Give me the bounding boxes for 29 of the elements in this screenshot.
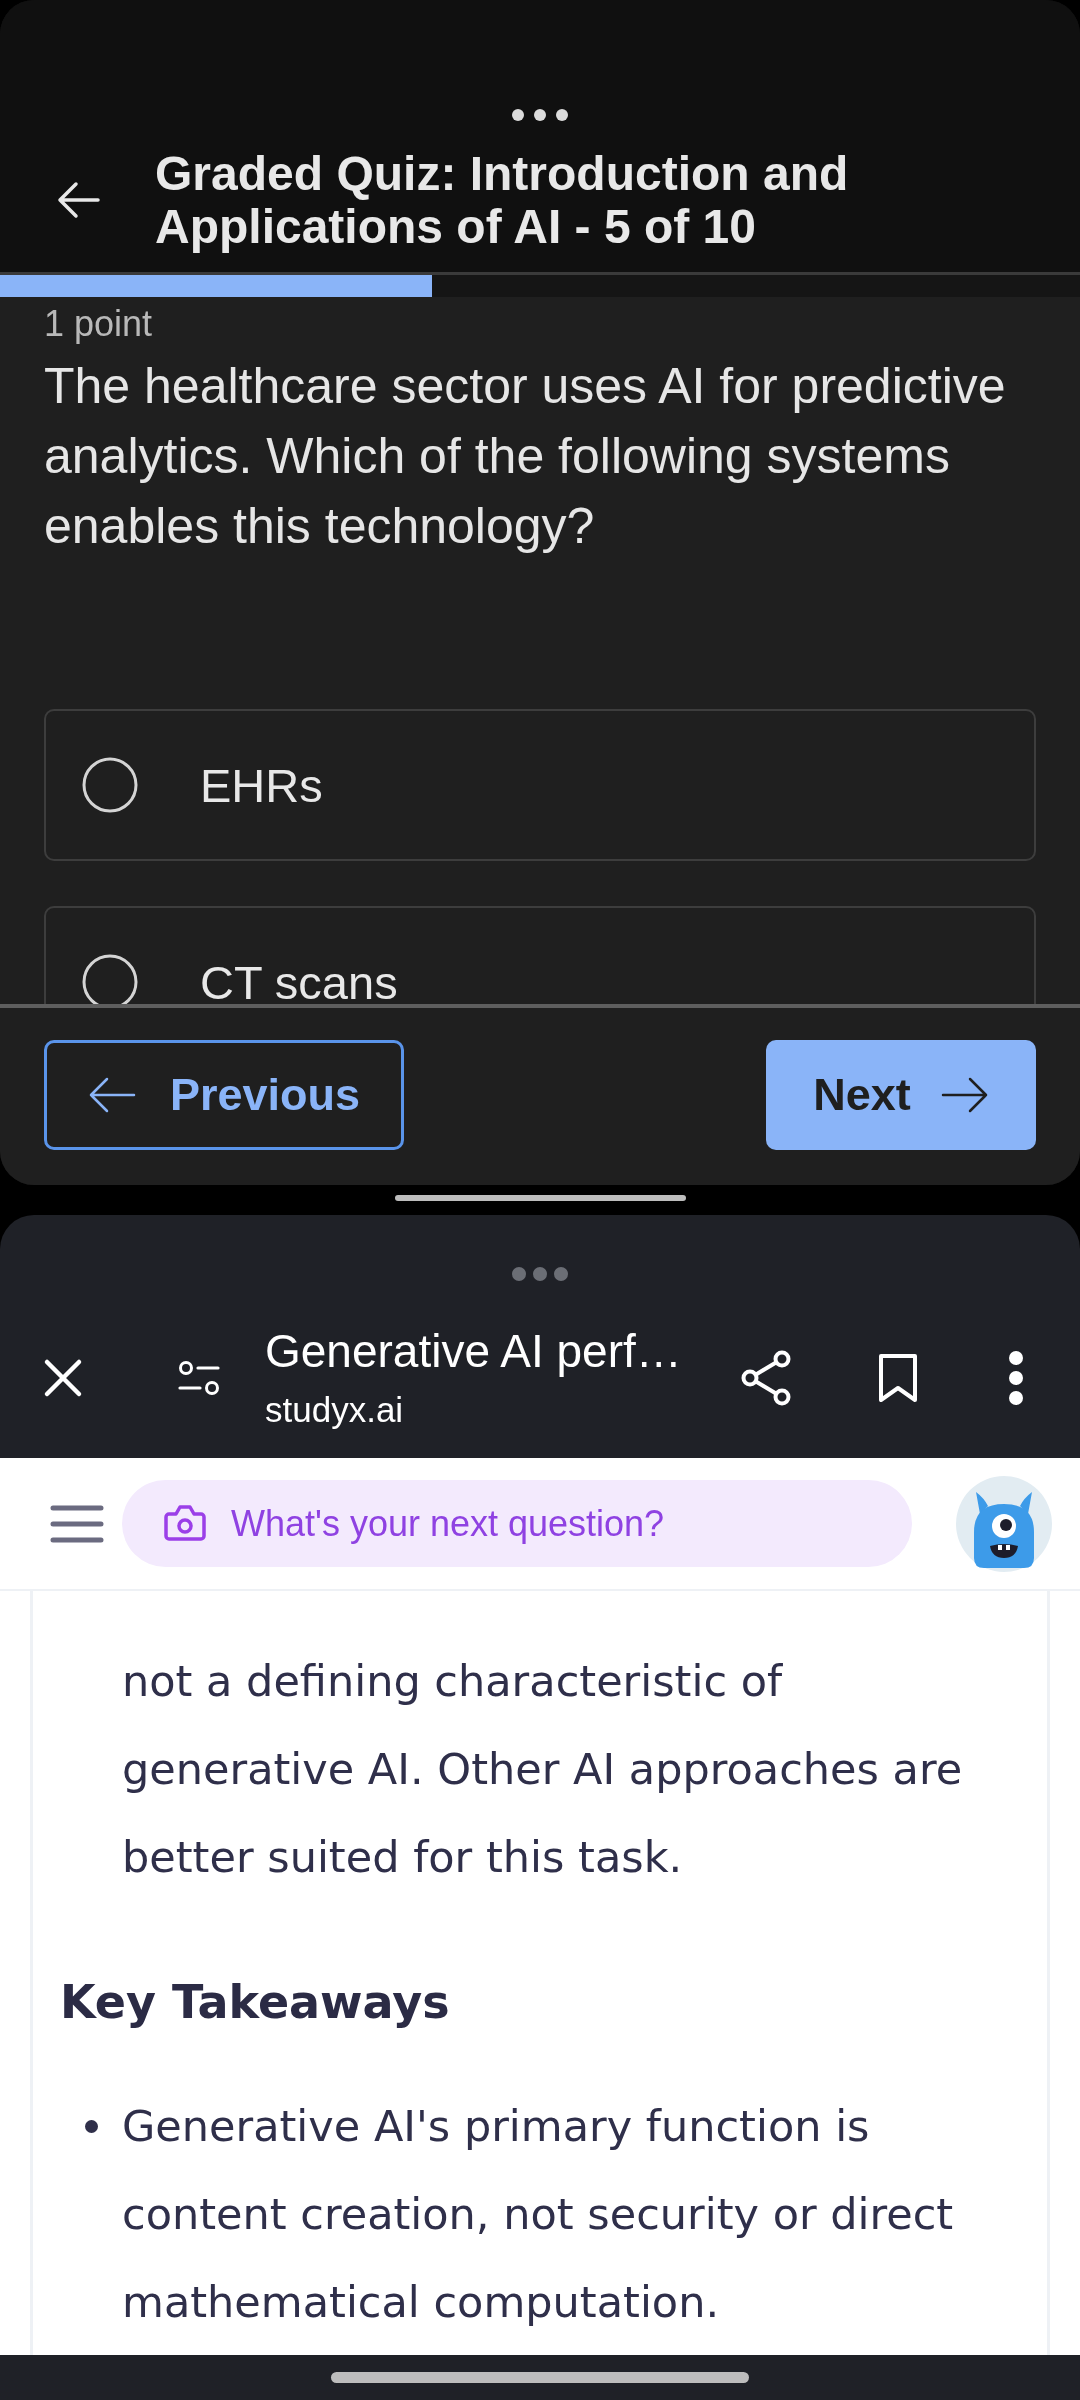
page-title: Generative AI perf… xyxy=(265,1323,683,1378)
bookmark-icon[interactable] xyxy=(878,1352,918,1403)
answer-option[interactable]: EHRs xyxy=(44,709,1036,861)
more-options-icon[interactable] xyxy=(1008,1349,1024,1406)
monster-avatar-icon[interactable] xyxy=(956,1475,1052,1572)
answer-option[interactable]: CT scans xyxy=(44,906,1036,1004)
menu-icon[interactable] xyxy=(50,1503,104,1544)
share-icon[interactable] xyxy=(740,1349,792,1406)
close-icon[interactable] xyxy=(43,1357,83,1398)
bullet-text: Generative AI's primary function is content creation, not security or direct mathematical computation. xyxy=(122,2100,955,2329)
radio-button-icon[interactable] xyxy=(82,954,138,1004)
site-settings-icon[interactable] xyxy=(178,1359,220,1396)
window-handle-icon[interactable] xyxy=(512,109,568,121)
bullet-icon xyxy=(85,2120,98,2133)
previous-button[interactable]: Previous xyxy=(44,1040,404,1150)
section-heading: Key Takeaways xyxy=(59,1974,451,2030)
search-field[interactable]: What's your next question? xyxy=(122,1480,912,1567)
article-paragraph: not a defining characteristic of generative AI. Other AI approaches are better suited for this task. xyxy=(121,1655,964,1884)
question-text: The healthcare sector uses AI for predictive analytics. Which of the following systems enables this technology? xyxy=(44,357,1007,556)
window-handle-icon[interactable] xyxy=(512,1267,568,1281)
camera-icon[interactable] xyxy=(164,1504,206,1542)
arrow-left-icon xyxy=(87,1077,136,1113)
page-domain: studyx.ai xyxy=(265,1388,405,1431)
arrow-right-icon xyxy=(940,1077,989,1113)
next-button[interactable]: Next xyxy=(766,1040,1036,1150)
points-label: 1 point xyxy=(44,303,154,345)
quiz-title: Graded Quiz: Introduction and Applications of AI - 5 of 10 xyxy=(155,147,850,253)
radio-button-icon[interactable] xyxy=(82,757,138,813)
split-handle[interactable] xyxy=(394,1195,686,1201)
